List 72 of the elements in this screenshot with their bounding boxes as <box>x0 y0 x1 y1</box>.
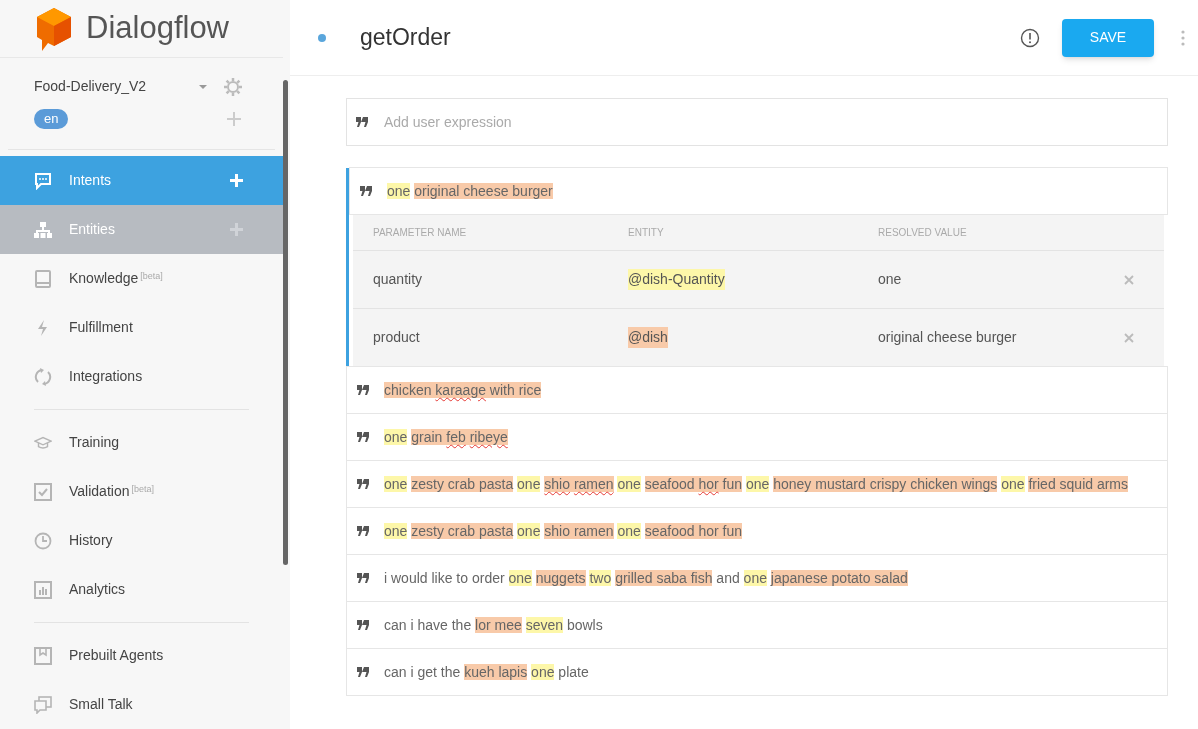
bar-chart-icon <box>34 580 52 599</box>
clock-icon <box>34 531 52 550</box>
column-header: RESOLVED VALUE <box>878 226 968 240</box>
resolved-value: original cheese burger <box>878 328 1018 347</box>
training-phrase[interactable]: can i get the kueh lapis one plate <box>346 648 1168 696</box>
quote-icon <box>357 620 370 630</box>
more-options-icon[interactable] <box>1180 28 1186 47</box>
sidebar-item-label: Fulfillment <box>69 318 134 337</box>
app-logo-text: Dialogflow <box>86 9 229 48</box>
sidebar-item-label: Intents <box>69 171 113 190</box>
entity-tag[interactable]: @dish-Quantity <box>628 269 725 290</box>
training-phrase[interactable]: one original cheese burger <box>349 167 1168 215</box>
sidebar-item[interactable]: Fulfillment <box>0 303 283 352</box>
column-header: ENTITY <box>628 226 665 240</box>
sidebar-item-label: Validation$^{[beta]}$ <box>69 482 155 501</box>
bookmark-box-icon <box>34 646 52 665</box>
training-phrase[interactable]: chicken karaage with rice <box>346 366 1168 414</box>
add-language-icon[interactable] <box>227 112 241 126</box>
book-icon <box>34 269 52 288</box>
remove-icon[interactable] <box>1124 332 1134 343</box>
sidebar-item-label: Prebuilt Agents <box>69 646 165 665</box>
sidebar-item[interactable]: Integrations <box>0 352 283 401</box>
dropdown-caret-icon[interactable] <box>199 84 207 89</box>
checkbox-icon <box>34 482 52 501</box>
sync-arrows-icon <box>34 367 52 386</box>
sidebar-item[interactable]: Small Talk <box>0 680 283 729</box>
add-icon[interactable] <box>230 174 243 187</box>
phrase-text: one original cheese burger <box>387 182 553 201</box>
dialogflow-logo-icon <box>34 5 74 52</box>
phrase-text: can i get the kueh lapis one plate <box>384 663 589 682</box>
speech-bubble-icon <box>34 171 52 190</box>
chat-bubbles-icon <box>34 695 52 714</box>
hierarchy-icon <box>34 220 52 239</box>
agent-name[interactable]: Food-Delivery_V2 <box>34 76 199 97</box>
quote-icon <box>357 526 370 536</box>
intent-title[interactable]: getOrder <box>360 20 1020 55</box>
parameter-name[interactable]: quantity <box>373 269 628 290</box>
sidebar-item[interactable]: Validation$^{[beta]}$ <box>0 467 283 516</box>
sidebar-item-label: History <box>69 531 114 550</box>
remove-icon[interactable] <box>1124 274 1134 285</box>
add-icon[interactable] <box>230 223 243 236</box>
phrase-text: one grain feb ribeye <box>384 428 508 447</box>
sidebar-item[interactable]: Prebuilt Agents <box>0 631 283 680</box>
entity-tag[interactable]: @dish <box>628 327 668 348</box>
resolved-value: one <box>878 270 903 289</box>
training-phrase[interactable]: one grain feb ribeye <box>346 413 1168 461</box>
sidebar-item[interactable]: Analytics <box>0 565 283 614</box>
alert-icon[interactable] <box>1020 27 1040 48</box>
quote-icon <box>356 117 369 127</box>
quote-icon <box>357 432 370 442</box>
sidebar-item[interactable]: Knowledge$^{[beta]}$ <box>0 254 283 303</box>
column-header: PARAMETER NAME <box>373 226 468 240</box>
phrase-text: can i have the lor mee seven bowls <box>384 616 603 635</box>
quote-icon <box>360 186 373 196</box>
scrollbar-thumb[interactable] <box>283 80 288 565</box>
sidebar-item[interactable]: History <box>0 516 283 565</box>
sidebar-item-label: Analytics <box>69 580 127 599</box>
sidebar-item-label: Small Talk <box>69 695 134 714</box>
phrase-text: chicken karaage with rice <box>384 381 542 400</box>
training-phrase[interactable]: can i have the lor mee seven bowls <box>346 601 1168 649</box>
sidebar-item[interactable]: Training <box>0 418 283 467</box>
quote-icon <box>357 667 370 677</box>
quote-icon <box>357 385 370 395</box>
sidebar-item-label: Integrations <box>69 367 144 386</box>
quote-icon <box>357 479 370 489</box>
settings-icon[interactable] <box>223 76 243 97</box>
quote-icon <box>357 573 370 583</box>
parameter-name[interactable]: product <box>373 327 628 348</box>
add-expression-field[interactable]: Add user expression <box>346 98 1168 146</box>
sidebar-item-label: Entities <box>69 220 116 239</box>
sidebar-item-label: Knowledge$^{[beta]}$ <box>69 269 164 288</box>
sidebar-item-label: Training <box>69 433 121 452</box>
